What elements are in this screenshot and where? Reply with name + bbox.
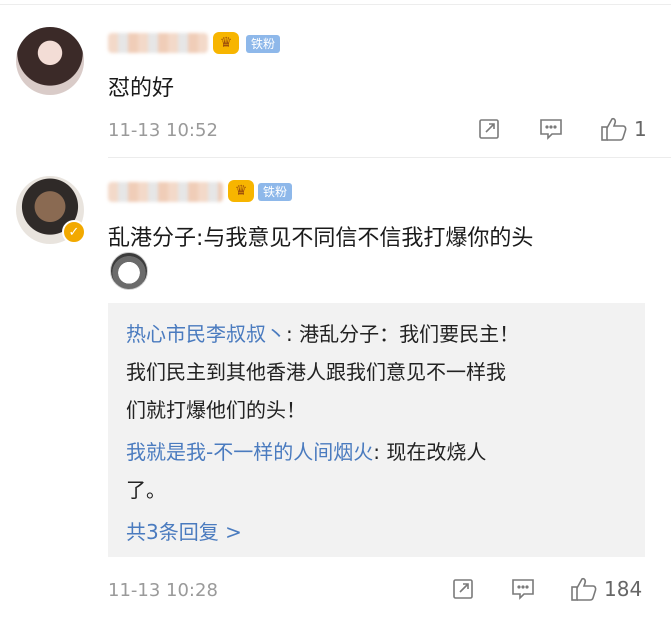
verified-badge: ✓ [62,220,86,244]
like-button[interactable]: 184 [570,576,642,602]
husky-emoji-icon [110,252,148,290]
fan-badge: 铁粉 [258,183,293,201]
comment-2: ✓ ♛ 铁粉 乱港分子:与我意见不同信不信我打爆你的头 热心市民李叔叔丶: 港乱… [0,0,671,629]
reply-1-line-2: 我们民主到其他香港人跟我们意见不一样我 [126,360,506,384]
comment-actions: 184 [450,576,642,602]
reply-text: : 港乱分子：我们要民主！ [286,322,520,346]
more-replies-link[interactable]: 共3条回复 > [126,516,242,545]
reply-user[interactable]: 热心市民李叔叔丶 [126,322,286,346]
comment-text: 乱港分子:与我意见不同信不信我打爆你的头 [108,226,534,251]
like-count: 184 [604,577,643,601]
reply-1-line-3: 们就打爆他们的头！ [126,398,306,422]
reply-text: : 现在改烧人 [373,440,487,464]
share-icon[interactable] [450,576,476,602]
comment-time: 11-13 10:28 [108,580,218,601]
reply-1-line-1: 热心市民李叔叔丶: 港乱分子：我们要民主！ [126,318,519,347]
username-blurred[interactable] [108,182,223,202]
reply-user[interactable]: 我就是我-不一样的人间烟火 [126,440,373,464]
reply-2-line-2: 了。 [126,478,166,502]
crown-icon: ♛ [228,180,254,202]
reply-2-line-1: 我就是我-不一样的人间烟火: 现在改烧人 [126,436,486,465]
comment-icon[interactable] [510,576,536,602]
thumbs-up-icon [570,576,598,602]
reply-preview-box[interactable]: 热心市民李叔叔丶: 港乱分子：我们要民主！ 我们民主到其他香港人跟我们意见不一样… [108,303,645,557]
